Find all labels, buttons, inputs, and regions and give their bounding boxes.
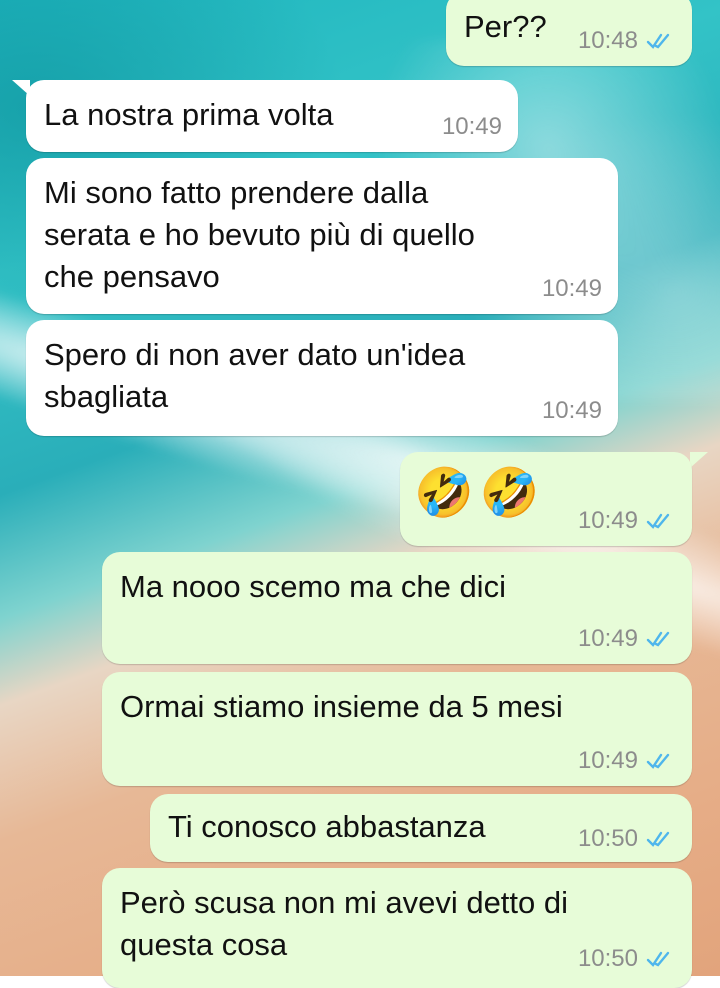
message-outgoing[interactable]: Ma nooo scemo ma che dici 10:49 (102, 552, 692, 664)
double-check-icon (646, 951, 670, 967)
message-text: Ti conosco abbastanza (168, 809, 486, 844)
message-meta: 10:49 (578, 748, 676, 774)
message-meta: 10:49 (578, 508, 676, 534)
message-text: Mi sono fatto prendere dalla serata e ho… (44, 175, 475, 294)
message-outgoing[interactable]: Però scusa non mi avevi detto di questa … (102, 868, 692, 988)
message-time: 10:49 (441, 113, 502, 140)
message-text: Spero di non aver dato un'idea sbagliata (44, 337, 466, 414)
double-check-icon (646, 33, 670, 49)
double-check-icon (646, 831, 670, 847)
message-time: 10:48 (577, 27, 638, 54)
message-text: Per?? (464, 9, 547, 44)
message-incoming[interactable]: La nostra prima volta 10:49 (26, 80, 518, 152)
message-incoming[interactable]: Spero di non aver dato un'idea sbagliata… (26, 320, 618, 436)
bubble-tail (690, 452, 708, 468)
message-text: Ormai stiamo insieme da 5 mesi (120, 689, 563, 724)
message-meta: 10:48 (578, 28, 676, 54)
message-meta: 10:50 (578, 946, 676, 972)
double-check-icon (646, 631, 670, 647)
message-text: Però scusa non mi avevi detto di questa … (120, 885, 569, 962)
message-outgoing[interactable]: Per?? 10:48 (446, 0, 692, 66)
double-check-icon (646, 513, 670, 529)
message-meta: 10:49 (442, 114, 502, 140)
message-incoming[interactable]: Mi sono fatto prendere dalla serata e ho… (26, 158, 618, 314)
message-time: 10:49 (541, 397, 602, 424)
rolling-on-floor-laughing-emoji: 🤣🤣 (414, 467, 546, 520)
message-outgoing[interactable]: Ti conosco abbastanza 10:50 (150, 794, 692, 862)
message-meta: 10:49 (578, 626, 676, 652)
message-time: 10:50 (577, 945, 638, 972)
message-outgoing[interactable]: Ormai stiamo insieme da 5 mesi 10:49 (102, 672, 692, 786)
message-time: 10:50 (577, 825, 638, 852)
message-meta: 10:49 (542, 276, 602, 302)
message-text: La nostra prima volta (44, 97, 334, 132)
message-time: 10:49 (577, 747, 638, 774)
message-meta: 10:50 (578, 826, 676, 852)
message-time: 10:49 (577, 625, 638, 652)
message-meta: 10:49 (542, 398, 602, 424)
message-time: 10:49 (577, 507, 638, 534)
message-time: 10:49 (541, 275, 602, 302)
double-check-icon (646, 753, 670, 769)
message-text: Ma nooo scemo ma che dici (120, 569, 506, 604)
message-outgoing[interactable]: 🤣🤣 10:49 (400, 452, 692, 546)
